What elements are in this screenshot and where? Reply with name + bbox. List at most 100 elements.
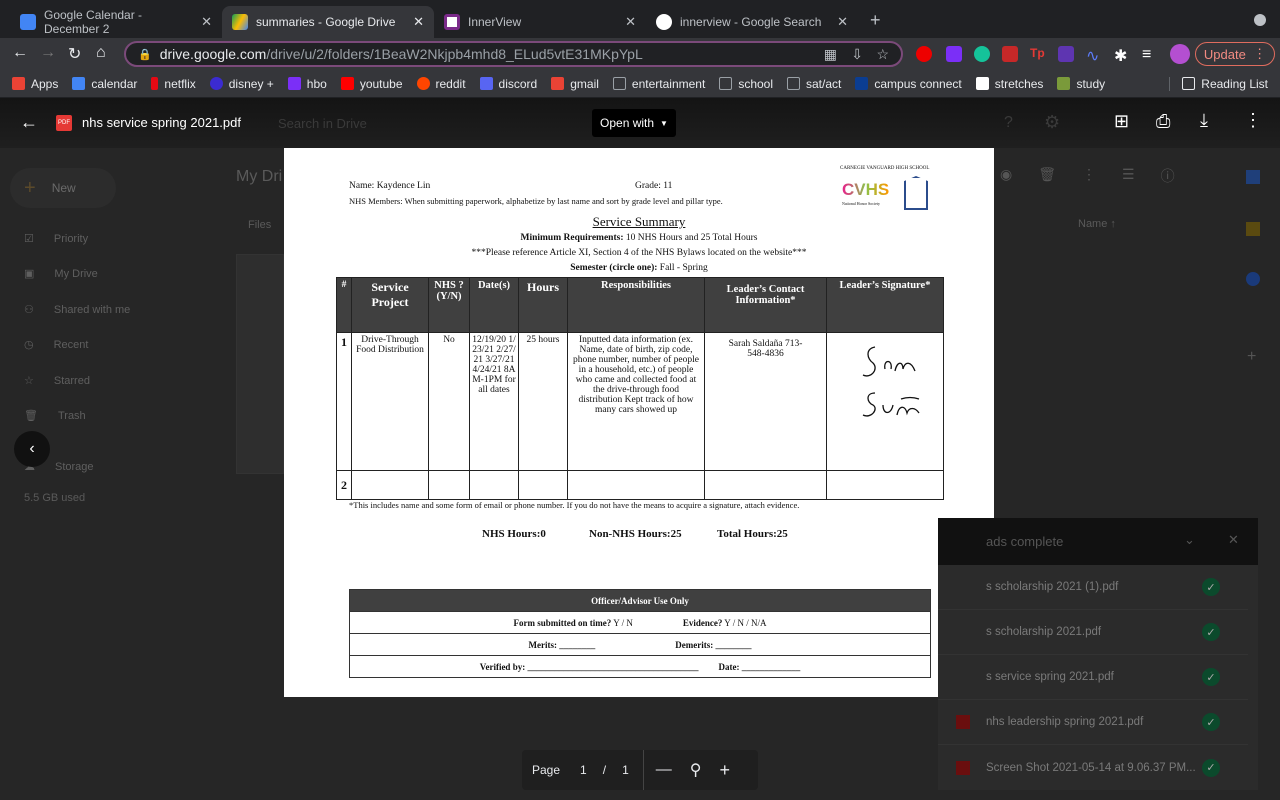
keep-addon-icon[interactable] bbox=[1246, 222, 1260, 236]
extension-icon[interactable] bbox=[946, 46, 962, 62]
forward-button[interactable]: → bbox=[40, 44, 56, 62]
bookmark-hbo[interactable]: hbo bbox=[287, 77, 327, 91]
gmail-icon bbox=[551, 77, 565, 90]
youtube-icon bbox=[340, 77, 354, 90]
extension-icon[interactable] bbox=[1058, 46, 1074, 62]
image-icon bbox=[956, 760, 970, 775]
close-tab-icon[interactable]: ✕ bbox=[413, 14, 424, 30]
install-icon[interactable]: ⇩ bbox=[851, 46, 863, 63]
bookmark-calendar[interactable]: calendar bbox=[72, 77, 137, 91]
signature-image bbox=[862, 346, 920, 417]
instructions: NHS Members: When submitting paperwork, … bbox=[349, 196, 723, 206]
downloads-panel: ads complete ⌄ ✕ s scholarship 2021 (1).… bbox=[938, 518, 1258, 790]
download-item[interactable]: s scholarship 2021.pdf ✓ bbox=[938, 610, 1248, 655]
collapse-sidebar-button[interactable]: ‹ bbox=[14, 431, 50, 467]
cvhs-nhs-logo: CVHS National Honor Society bbox=[842, 174, 932, 212]
new-button[interactable]: + New bbox=[10, 168, 116, 208]
bookmark-disney[interactable]: disney + bbox=[209, 77, 274, 91]
sort-name[interactable]: Name ↑ bbox=[1078, 218, 1116, 230]
download-item[interactable]: s service spring 2021.pdf ✓ bbox=[938, 655, 1248, 700]
zoom-out-button[interactable]: — bbox=[656, 761, 672, 779]
page-current[interactable]: 1 bbox=[580, 763, 587, 777]
download-icon[interactable]: ⤓ bbox=[1200, 110, 1208, 131]
chevron-down-icon[interactable]: ⌄ bbox=[1184, 532, 1195, 548]
nav-my-drive[interactable]: ▣ My Drive bbox=[24, 267, 98, 281]
download-item[interactable]: s scholarship 2021 (1).pdf ✓ bbox=[938, 565, 1248, 610]
open-with-button[interactable]: Open with ▼ bbox=[592, 109, 676, 137]
more-options-icon[interactable]: ⋮ bbox=[1244, 110, 1262, 131]
home-button[interactable]: ⌂ bbox=[96, 44, 106, 62]
avatar[interactable] bbox=[1170, 44, 1190, 64]
officer-title: Officer/Advisor Use Only bbox=[349, 589, 931, 612]
col-header: Hours bbox=[518, 277, 568, 333]
close-tab-icon[interactable]: ✕ bbox=[201, 14, 212, 30]
grammarly-icon[interactable] bbox=[974, 46, 990, 62]
add-addon-icon[interactable]: + bbox=[1247, 348, 1256, 366]
tab-search-icon[interactable] bbox=[1254, 14, 1266, 26]
settings-icon[interactable]: ⚙ bbox=[1044, 112, 1060, 133]
audio-icon[interactable]: ∿ bbox=[1086, 46, 1102, 65]
zoom-in-button[interactable]: + bbox=[719, 760, 730, 781]
bookmark-youtube[interactable]: youtube bbox=[340, 77, 403, 91]
bookmark-star-icon[interactable]: ☆ bbox=[876, 46, 889, 63]
download-item[interactable]: nhs leadership spring 2021.pdf ✓ bbox=[938, 700, 1248, 745]
bookmark-folder-satact[interactable]: sat/act bbox=[787, 77, 841, 91]
add-comment-icon[interactable]: ⊞ bbox=[1114, 111, 1129, 132]
hours: 25 hours bbox=[518, 332, 568, 471]
netflix-icon bbox=[151, 77, 159, 90]
tab-drive[interactable]: summaries - Google Drive ✕ bbox=[222, 6, 434, 38]
preview-icon[interactable]: ◉ bbox=[1000, 166, 1012, 186]
nav-trash[interactable]: 🗑 Trash bbox=[24, 409, 86, 423]
nav-shared[interactable]: ⚇ Shared with me bbox=[24, 303, 130, 317]
update-button[interactable]: Update ⋮ bbox=[1195, 42, 1275, 66]
close-tab-icon[interactable]: ✕ bbox=[625, 14, 636, 30]
zoom-icon[interactable]: ⚲ bbox=[690, 760, 702, 780]
tasks-addon-icon[interactable] bbox=[1246, 272, 1260, 286]
bookmark-folder-entertainment[interactable]: entertainment bbox=[612, 77, 705, 91]
bookmark-stretches[interactable]: stretches bbox=[975, 77, 1043, 91]
back-button[interactable]: ← bbox=[12, 44, 28, 62]
bookmark-gmail[interactable]: gmail bbox=[551, 77, 599, 91]
media-icon[interactable]: ≡ bbox=[1142, 46, 1158, 63]
tab-calendar[interactable]: Google Calendar - December 2 ✕ bbox=[10, 6, 222, 38]
new-tab-button[interactable]: + bbox=[870, 10, 881, 31]
file-thumbnail[interactable] bbox=[236, 254, 284, 474]
bookmark-study[interactable]: study bbox=[1057, 77, 1105, 91]
list-view-icon[interactable]: ☰ bbox=[1122, 166, 1135, 186]
bookmark-apps[interactable]: Apps bbox=[12, 77, 58, 91]
adblock-icon[interactable] bbox=[916, 46, 932, 62]
trash-icon[interactable]: 🗑 bbox=[1038, 166, 1056, 186]
help-icon[interactable]: ? bbox=[1004, 114, 1013, 132]
extension-icon[interactable]: Tp bbox=[1030, 46, 1046, 62]
tab-google-search[interactable]: innerview - Google Search ✕ bbox=[646, 6, 858, 38]
reload-button[interactable]: ↻ bbox=[68, 44, 81, 64]
back-arrow-icon[interactable]: ← bbox=[20, 112, 38, 133]
extension-icon[interactable] bbox=[1002, 46, 1018, 62]
more-icon[interactable]: ⋮ bbox=[1082, 166, 1096, 186]
reading-list[interactable]: Reading List bbox=[1169, 76, 1268, 91]
priority-icon: ☑ bbox=[24, 233, 34, 245]
tab-innerview[interactable]: InnerView ✕ bbox=[434, 6, 646, 38]
student-name: Name: Kaydence Lin bbox=[349, 181, 431, 191]
qr-icon[interactable]: ▦ bbox=[824, 46, 837, 63]
check-icon: ✓ bbox=[1202, 713, 1220, 731]
bookmark-discord[interactable]: discord bbox=[479, 77, 537, 91]
nav-starred[interactable]: ☆ Starred bbox=[24, 374, 90, 388]
close-tab-icon[interactable]: ✕ bbox=[837, 14, 848, 30]
info-icon[interactable]: ⓘ bbox=[1161, 166, 1175, 186]
bookmark-reddit[interactable]: reddit bbox=[416, 77, 466, 91]
bookmark-folder-school[interactable]: school bbox=[719, 77, 773, 91]
puzzle-icon[interactable]: ✱ bbox=[1114, 46, 1130, 65]
school-name: CARNEGIE VANGUARD HIGH SCHOOL bbox=[840, 166, 930, 171]
search-input[interactable]: Search in Drive bbox=[278, 116, 367, 131]
nav-priority[interactable]: ☑ Priority bbox=[24, 232, 88, 246]
nav-recent[interactable]: ◷ Recent bbox=[24, 338, 88, 352]
bookmark-campus-connect[interactable]: campus connect bbox=[855, 77, 962, 91]
bookmark-netflix[interactable]: netflix bbox=[151, 77, 196, 91]
calendar-addon-icon[interactable] bbox=[1246, 170, 1260, 184]
drive-sidebar: + New ☑ Priority ▣ My Drive ⚇ Shared with me… bbox=[0, 148, 284, 800]
close-icon[interactable]: ✕ bbox=[1228, 532, 1239, 548]
address-bar[interactable]: 🔒 drive.google.com/drive/u/2/folders/1Bea… bbox=[124, 41, 903, 67]
download-item[interactable]: Screen Shot 2021-05-14 at 9.06.37 PM... ✓ bbox=[938, 745, 1248, 790]
print-icon[interactable]: ⎙ bbox=[1156, 111, 1170, 132]
